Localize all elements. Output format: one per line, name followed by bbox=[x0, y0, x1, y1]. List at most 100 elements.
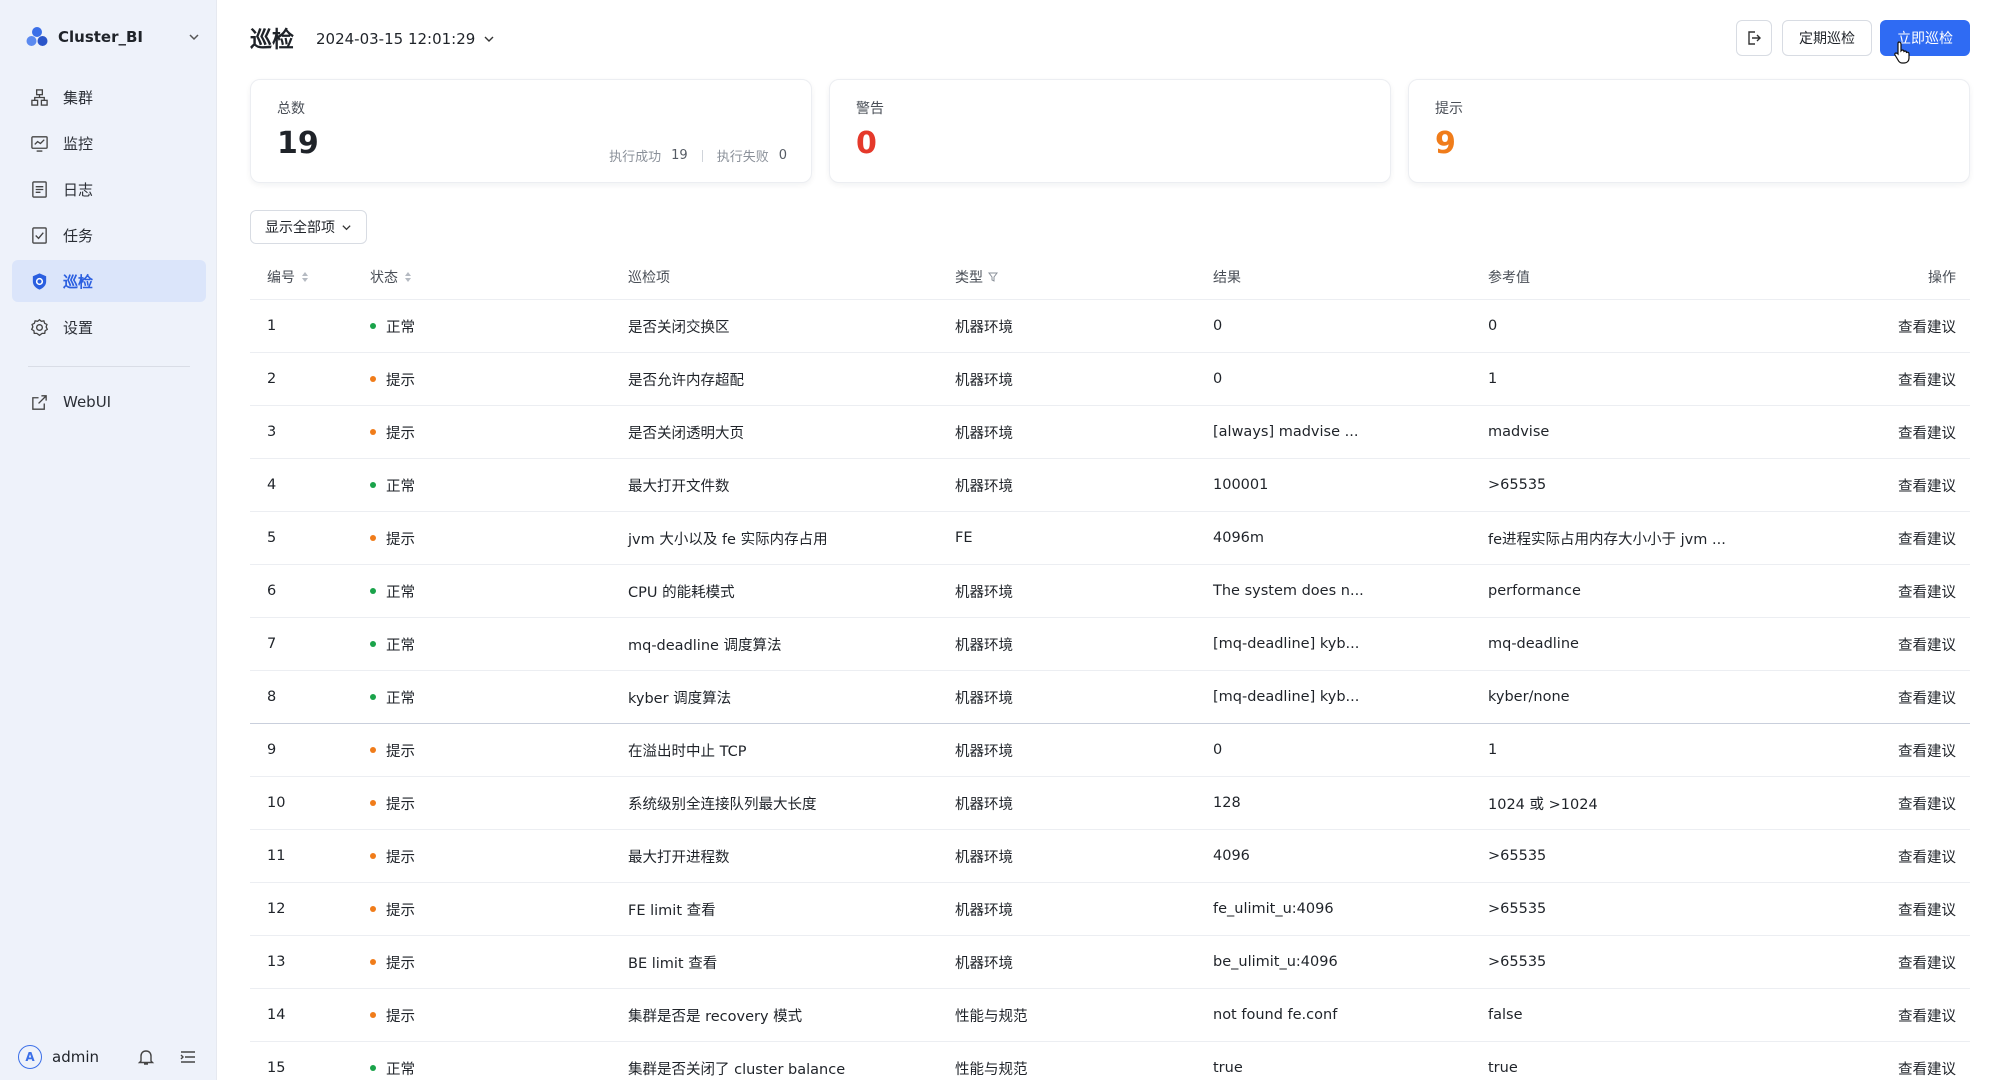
cell-status: 正常 bbox=[370, 618, 415, 670]
column-status[interactable]: 状态 bbox=[370, 254, 413, 300]
sidebar: Cluster_BI 集群 监控 日志 任务 巡检 设置 WebUI A adm… bbox=[0, 0, 217, 1080]
cell-reference: madvise bbox=[1488, 424, 1550, 440]
table-row: 14 提示 集群是否是 recovery 模式 性能与规范 not found fe.c… bbox=[250, 989, 1970, 1042]
cell-reference: >65535 bbox=[1488, 901, 1547, 917]
view-suggestion-link[interactable]: 查看建议 bbox=[1898, 1042, 1956, 1080]
view-suggestion-link[interactable]: 查看建议 bbox=[1898, 565, 1956, 617]
menu-collapse-icon[interactable] bbox=[178, 1047, 198, 1067]
table-row: 4 正常 最大打开文件数 机器环境 100001 >65535 查看建议 bbox=[250, 459, 1970, 512]
table-row: 8 正常 kyber 调度算法 机器环境 [mq-deadline] kyb... kyb… bbox=[250, 671, 1970, 724]
sidebar-item-cluster[interactable]: 集群 bbox=[12, 76, 206, 118]
sidebar-item-log[interactable]: 日志 bbox=[12, 168, 206, 210]
show-all-filter[interactable]: 显示全部项 bbox=[250, 210, 367, 244]
schedule-inspection-button[interactable]: 定期巡检 bbox=[1782, 20, 1872, 56]
cell-status: 提示 bbox=[370, 406, 415, 458]
bell-icon[interactable] bbox=[136, 1047, 156, 1067]
view-suggestion-link[interactable]: 查看建议 bbox=[1898, 618, 1956, 670]
warning-card: 警告 0 bbox=[829, 79, 1391, 183]
status-text: 提示 bbox=[386, 372, 415, 389]
task-icon bbox=[32, 226, 47, 244]
status-dot bbox=[370, 482, 376, 488]
view-suggestion-link[interactable]: 查看建议 bbox=[1898, 459, 1956, 511]
cell-result: 100001 bbox=[1213, 477, 1269, 493]
cell-reference: false bbox=[1488, 1007, 1523, 1023]
chevron-down-icon bbox=[189, 34, 199, 41]
external-link-icon bbox=[32, 394, 47, 410]
cell-item: 集群是否关闭了 cluster balance bbox=[628, 1061, 846, 1078]
cell-type: 机器环境 bbox=[955, 584, 1013, 601]
cell-result: 4096 bbox=[1213, 848, 1250, 864]
cell-result: 0 bbox=[1213, 318, 1223, 334]
chevron-down-icon bbox=[342, 224, 351, 230]
user-bar: A admin bbox=[18, 1044, 198, 1070]
status-text: 提示 bbox=[386, 849, 415, 866]
cell-item: FE limit 查看 bbox=[628, 902, 716, 919]
sidebar-item-webui[interactable]: WebUI bbox=[12, 381, 206, 423]
view-suggestion-link[interactable]: 查看建议 bbox=[1898, 724, 1956, 776]
status-text: 正常 bbox=[386, 637, 415, 654]
view-suggestion-link[interactable]: 查看建议 bbox=[1898, 300, 1956, 352]
column-reference: 参考值 bbox=[1488, 254, 1530, 300]
sidebar-item-monitor[interactable]: 监控 bbox=[12, 122, 206, 164]
column-id[interactable]: 编号 bbox=[267, 254, 310, 300]
sidebar-item-label: 任务 bbox=[63, 226, 94, 245]
cell-item: 系统级别全连接队列最大长度 bbox=[628, 796, 817, 813]
sidebar-item-label: 集群 bbox=[63, 88, 94, 107]
inspection-time-selector[interactable]: 2024-03-15 12:01:29 bbox=[316, 30, 495, 48]
cell-id: 3 bbox=[267, 424, 277, 440]
cell-id: 1 bbox=[267, 318, 277, 334]
view-suggestion-link[interactable]: 查看建议 bbox=[1898, 936, 1956, 988]
cell-status: 正常 bbox=[370, 459, 415, 511]
export-button[interactable] bbox=[1736, 20, 1772, 56]
cluster-logo-icon bbox=[26, 27, 48, 46]
view-suggestion-link[interactable]: 查看建议 bbox=[1898, 883, 1956, 935]
cell-type: 机器环境 bbox=[955, 955, 1013, 972]
cell-type: 性能与规范 bbox=[955, 1061, 1028, 1078]
export-icon bbox=[1748, 31, 1761, 45]
status-dot bbox=[370, 323, 376, 329]
warning-label: 警告 bbox=[856, 101, 884, 117]
view-suggestion-link[interactable]: 查看建议 bbox=[1898, 830, 1956, 882]
cell-type: FE bbox=[955, 530, 973, 546]
column-item: 巡检项 bbox=[628, 254, 670, 300]
cell-type: 机器环境 bbox=[955, 743, 1013, 760]
filter-icon bbox=[988, 272, 998, 282]
column-type[interactable]: 类型 bbox=[955, 254, 998, 300]
total-value: 19 bbox=[277, 126, 319, 161]
cell-result: [mq-deadline] kyb... bbox=[1213, 689, 1360, 705]
status-text: 提示 bbox=[386, 743, 415, 760]
status-text: 正常 bbox=[386, 319, 415, 336]
sidebar-nav: 集群 监控 日志 任务 巡检 设置 WebUI bbox=[12, 76, 206, 427]
total-label: 总数 bbox=[277, 101, 305, 117]
status-text: 提示 bbox=[386, 796, 415, 813]
user-name[interactable]: admin bbox=[52, 1048, 114, 1066]
sidebar-item-inspection[interactable]: 巡检 bbox=[12, 260, 206, 302]
table-row: 13 提示 BE limit 查看 机器环境 be_ulimit_u:4096 >6553… bbox=[250, 936, 1970, 989]
avatar[interactable]: A bbox=[18, 1045, 42, 1069]
sidebar-item-settings[interactable]: 设置 bbox=[12, 306, 206, 348]
status-text: 正常 bbox=[386, 690, 415, 707]
view-suggestion-link[interactable]: 查看建议 bbox=[1898, 671, 1956, 723]
status-text: 正常 bbox=[386, 584, 415, 601]
view-suggestion-link[interactable]: 查看建议 bbox=[1898, 989, 1956, 1041]
hint-label: 提示 bbox=[1435, 101, 1463, 117]
cell-item: 最大打开进程数 bbox=[628, 849, 730, 866]
sidebar-item-task[interactable]: 任务 bbox=[12, 214, 206, 256]
cell-type: 机器环境 bbox=[955, 478, 1013, 495]
inspection-table: 编号 状态 巡检项 类型 结果 参考值 操作 1 正常 是否关闭交换区 机器环境 0 0 查… bbox=[250, 254, 1970, 1080]
sidebar-item-label: 设置 bbox=[63, 318, 94, 337]
cell-result: [always] madvise ... bbox=[1213, 424, 1359, 440]
status-text: 提示 bbox=[386, 425, 415, 442]
cell-type: 性能与规范 bbox=[955, 1008, 1028, 1025]
view-suggestion-link[interactable]: 查看建议 bbox=[1898, 777, 1956, 829]
view-suggestion-link[interactable]: 查看建议 bbox=[1898, 353, 1956, 405]
view-suggestion-link[interactable]: 查看建议 bbox=[1898, 512, 1956, 564]
cluster-selector[interactable]: Cluster_BI bbox=[26, 22, 201, 52]
view-suggestion-link[interactable]: 查看建议 bbox=[1898, 406, 1956, 458]
status-dot bbox=[370, 1065, 376, 1071]
cluster-icon bbox=[31, 88, 48, 106]
cell-status: 提示 bbox=[370, 830, 415, 882]
monitor-icon bbox=[31, 135, 48, 152]
status-dot bbox=[370, 853, 376, 859]
cell-item: 是否允许内存超配 bbox=[628, 372, 744, 389]
